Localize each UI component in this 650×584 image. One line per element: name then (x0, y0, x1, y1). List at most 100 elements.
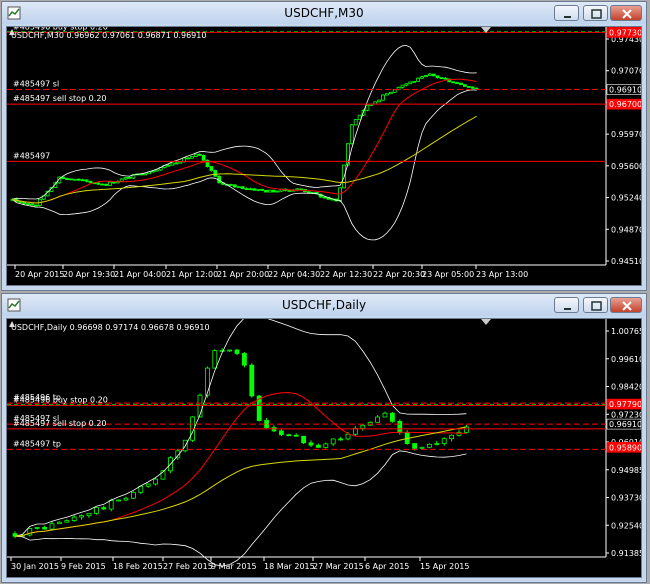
bull-candle (384, 93, 389, 96)
time-axis-label: 22 Apr 04:30 (268, 270, 320, 279)
bollinger-upper-band (12, 45, 477, 200)
moving-average-yellow (14, 426, 467, 537)
candle (69, 178, 73, 181)
bull-candle (123, 176, 128, 180)
bull-candle (94, 507, 99, 514)
bear-candle (278, 430, 284, 436)
candle (236, 186, 241, 189)
bear-candle (232, 184, 237, 188)
candle (388, 91, 393, 95)
candle (389, 411, 395, 423)
candle (375, 415, 381, 423)
candle (449, 434, 455, 442)
candle (459, 82, 463, 86)
bull-candle (116, 499, 121, 502)
candle (33, 204, 38, 207)
bear-candle (466, 86, 471, 88)
minimize-button[interactable] (554, 297, 579, 313)
minimize-icon (564, 16, 571, 18)
minimize-button[interactable] (554, 5, 579, 21)
bull-candle (330, 438, 336, 445)
candle (420, 75, 424, 80)
candle (426, 443, 432, 449)
moving-average-red (14, 391, 467, 537)
bull-candle (236, 186, 241, 189)
time-axis-label: 27 Mar 2015 (313, 562, 364, 571)
bear-candle (197, 153, 202, 156)
bear-candle (308, 442, 314, 446)
candle (439, 77, 444, 80)
bear-candle (234, 349, 240, 354)
time-axis-label: 9 Feb 2015 (61, 562, 106, 571)
bull-candle (227, 349, 233, 352)
bull-candle (381, 94, 385, 101)
candle (101, 505, 107, 510)
close-button[interactable] (610, 297, 642, 313)
candle (123, 176, 128, 180)
bull-candle (57, 521, 62, 525)
time-axis-label: 21 Apr 20:00 (217, 270, 269, 279)
candle (86, 512, 92, 518)
bear-candle (65, 178, 69, 181)
candle (462, 84, 467, 87)
bear-candle (33, 204, 38, 207)
candle (94, 507, 99, 515)
candle (84, 179, 89, 183)
maximize-button[interactable] (583, 297, 608, 313)
candle (435, 75, 440, 79)
candle (323, 442, 329, 449)
candle (443, 77, 448, 80)
price-axis-label: 0.98420 (611, 383, 642, 392)
candle (64, 519, 70, 523)
close-icon (622, 301, 632, 311)
bull-candle (382, 412, 388, 418)
bull-candle (353, 119, 358, 126)
price-axis-label: 0.95600 (611, 162, 642, 171)
bear-candle (271, 189, 276, 193)
price-chart-m30[interactable]: #485496 buy stop 0.20#485497 sl#485497 s… (7, 27, 642, 286)
candle (178, 161, 183, 164)
symbol-info: USDCHF,M30 0.96962 0.97061 0.96871 0.969… (11, 31, 206, 40)
candle (264, 417, 270, 429)
chart-area[interactable]: #485496 tp #485496 buy stop 0.20 #485497 s… (6, 318, 642, 578)
candle (127, 176, 132, 179)
bull-candle (434, 443, 440, 445)
price-chart-daily[interactable]: #485496 tp#485496 buy stop 0.20#485497 s… (7, 319, 642, 578)
chart-area[interactable]: #485496 buy stop 0.20#485497 sl#485497 s… (6, 26, 642, 286)
candle (193, 153, 198, 158)
chart-window-daily[interactable]: USDCHF,Daily #485496 tp #485496 buy stop … (1, 293, 647, 583)
price-axis-label: 0.94985 (611, 466, 642, 475)
time-axis-label: 20 Apr 19:30 (63, 270, 115, 279)
candle (400, 84, 405, 89)
close-button[interactable] (610, 5, 642, 21)
bull-candle (441, 438, 447, 444)
candle (240, 186, 245, 190)
candle (252, 188, 257, 191)
bear-candle (22, 201, 27, 204)
bear-candle (42, 527, 47, 530)
window-title: USDCHF,M30 (284, 6, 364, 20)
chart-window-m30[interactable]: USDCHF,M30 #485496 buy stop 0.20#485497 … (1, 1, 647, 291)
bull-candle (449, 434, 455, 440)
bull-candle (388, 91, 393, 95)
bear-candle (248, 188, 253, 191)
candle (116, 499, 121, 502)
price-axis-label: 0.91385 (611, 549, 642, 558)
order-label: #485497 tp (13, 439, 61, 448)
time-axis-label: 6 Apr 2015 (365, 562, 409, 571)
bear-candle (84, 179, 89, 182)
maximize-button[interactable] (583, 5, 608, 21)
candle (186, 157, 190, 160)
time-axis-label: 23 Apr 13:00 (476, 270, 528, 279)
window-titlebar[interactable]: USDCHF,M30 (2, 2, 646, 24)
candle (455, 81, 460, 85)
order-label: #485497 sell stop 0.20 (13, 94, 107, 103)
bull-candle (345, 143, 350, 166)
bear-candle (451, 81, 456, 84)
window-titlebar[interactable]: USDCHF,Daily (2, 294, 646, 316)
bull-candle (267, 189, 272, 193)
candle (267, 189, 272, 193)
candle (470, 86, 475, 89)
candle (315, 443, 321, 448)
order-label: #485497 (13, 151, 50, 160)
